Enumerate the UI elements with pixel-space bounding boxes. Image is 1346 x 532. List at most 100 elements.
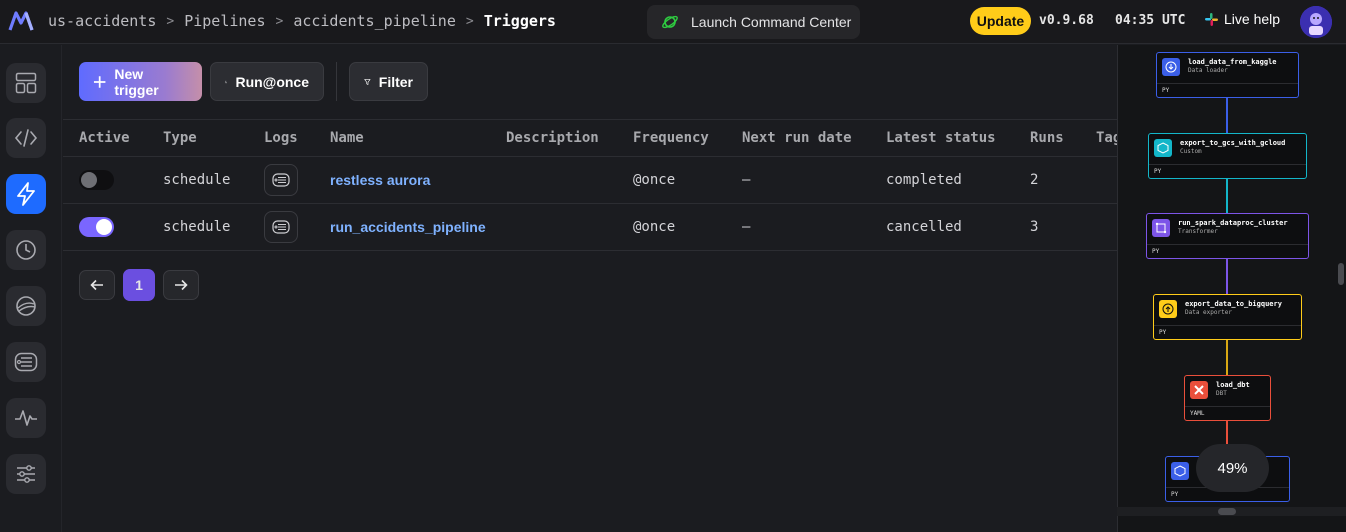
col-frequency: Frequency — [633, 119, 742, 157]
graph-edge — [1226, 340, 1228, 376]
logs-button[interactable] — [264, 164, 298, 196]
table-row[interactable]: schedule run_accidents_pipeline @once – … — [63, 203, 1117, 251]
col-active: Active — [63, 119, 163, 157]
runs-cell: 3 — [1030, 203, 1096, 251]
sidebar-item-backfills[interactable] — [6, 286, 46, 326]
description-cell — [506, 156, 633, 204]
sidebar-item-monitor[interactable] — [6, 398, 46, 438]
node-title: load_data_from_kaggle — [1188, 58, 1277, 66]
graph-node[interactable]: load_data_from_kaggle Data loader PY — [1156, 52, 1299, 98]
new-trigger-label: New trigger — [114, 65, 159, 98]
clock-icon — [16, 240, 36, 260]
run-once-icon — [225, 80, 228, 83]
breadcrumb-current: Triggers — [483, 12, 556, 30]
graph-vertical-scrollbar[interactable] — [1338, 263, 1344, 285]
logs-cell — [264, 203, 330, 251]
node-title: load_dbt — [1216, 381, 1250, 389]
next-page-button[interactable] — [163, 270, 199, 300]
graph-node[interactable]: run_spark_dataproc_cluster Transformer P… — [1146, 213, 1309, 259]
settings-icon — [17, 465, 35, 483]
page-button-current[interactable]: 1 — [123, 269, 155, 301]
logs-icon — [14, 352, 38, 372]
planet-icon — [16, 296, 36, 316]
active-cell — [63, 203, 163, 251]
breadcrumb-pipeline[interactable]: accidents_pipeline — [293, 12, 456, 30]
runs-cell: 2 — [1030, 156, 1096, 204]
node-title: export_to_gcs_with_gcloud — [1180, 139, 1286, 147]
node-lang: PY — [1157, 83, 1298, 97]
prev-page-button[interactable] — [79, 270, 115, 300]
node-subtitle: DBT — [1216, 390, 1227, 397]
cube-icon — [1171, 462, 1189, 480]
trigger-name-link[interactable]: run_accidents_pipeline — [330, 203, 506, 251]
filter-label: Filter — [378, 73, 413, 90]
time-label: 04:35 UTC — [1115, 13, 1186, 28]
tags-cell — [1096, 203, 1117, 251]
trigger-name-link[interactable]: restless aurora — [330, 156, 506, 204]
dashboard-icon — [15, 72, 37, 94]
launch-label: Launch Command Center — [691, 14, 852, 30]
node-subtitle: Data exporter — [1185, 309, 1232, 316]
new-trigger-button[interactable]: New trigger — [79, 62, 202, 101]
avatar[interactable] — [1300, 6, 1332, 38]
toggle-knob — [81, 172, 97, 188]
graph-node[interactable]: load_dbt DBT YAML — [1184, 375, 1271, 421]
breadcrumb-project[interactable]: us-accidents — [48, 12, 156, 30]
next-run-cell: – — [742, 156, 886, 204]
toggle-knob — [96, 219, 112, 235]
live-help-label: Live help — [1224, 11, 1281, 27]
zoom-level-badge[interactable]: 49% — [1196, 444, 1269, 492]
filter-icon — [364, 78, 371, 85]
version-label: v0.9.68 — [1039, 13, 1094, 28]
logs-button[interactable] — [264, 211, 298, 243]
table-row[interactable]: schedule restless aurora @once – complet… — [63, 156, 1117, 204]
status-cell: cancelled — [886, 203, 1030, 251]
sidebar-item-runs[interactable] — [6, 230, 46, 270]
breadcrumb: us-accidents > Pipelines > accidents_pip… — [48, 12, 556, 30]
cube-icon — [1154, 139, 1172, 157]
table-header-row: Active Type Logs Name Description Freque… — [63, 119, 1117, 157]
pagination: 1 — [79, 269, 199, 301]
active-cell — [63, 156, 163, 204]
breadcrumb-pipelines[interactable]: Pipelines — [184, 12, 265, 30]
next-run-cell: – — [742, 203, 886, 251]
run-once-button[interactable]: Run@once — [210, 62, 324, 101]
live-help-button[interactable]: Live help — [1205, 11, 1280, 27]
col-logs: Logs — [264, 119, 330, 157]
graph-edge — [1226, 97, 1228, 134]
graph-node[interactable]: export_to_gcs_with_gcloud Custom PY — [1148, 133, 1307, 179]
active-toggle[interactable] — [79, 217, 114, 237]
mage-logo-icon[interactable] — [8, 10, 34, 32]
graph-edge — [1226, 178, 1228, 214]
user-avatar-icon — [1300, 6, 1332, 38]
scroll-thumb[interactable] — [1218, 508, 1236, 515]
run-once-label: Run@once — [235, 73, 309, 90]
toolbar-divider — [336, 62, 337, 101]
download-icon — [1162, 58, 1180, 76]
filter-button[interactable]: Filter — [349, 62, 428, 101]
slack-icon — [1205, 12, 1218, 26]
node-lang: PY — [1149, 164, 1306, 178]
col-tags: Tags — [1096, 119, 1117, 157]
graph-horizontal-scrollbar[interactable] — [1117, 507, 1346, 516]
update-button[interactable]: Update — [970, 7, 1031, 35]
sidebar-item-editor[interactable] — [6, 118, 46, 158]
col-description: Description — [506, 119, 633, 157]
active-toggle[interactable] — [79, 170, 114, 190]
arrow-left-icon — [90, 279, 103, 291]
chevron-right-icon: > — [465, 13, 474, 29]
plus-icon — [93, 75, 106, 88]
lightning-icon — [17, 182, 35, 206]
launch-command-center-button[interactable]: Launch Command Center — [647, 5, 860, 39]
graph-edge — [1226, 259, 1228, 295]
sidebar-item-settings[interactable] — [6, 454, 46, 494]
sidebar-item-triggers[interactable] — [6, 174, 46, 214]
col-next-run-date: Next run date — [742, 119, 886, 157]
transform-icon — [1152, 219, 1170, 237]
code-icon — [14, 129, 38, 147]
graph-node[interactable]: export_data_to_bigquery Data exporter PY — [1153, 294, 1302, 340]
sidebar-item-logs[interactable] — [6, 342, 46, 382]
description-cell — [506, 203, 633, 251]
sidebar-item-overview[interactable] — [6, 63, 46, 103]
col-runs: Runs — [1030, 119, 1096, 157]
